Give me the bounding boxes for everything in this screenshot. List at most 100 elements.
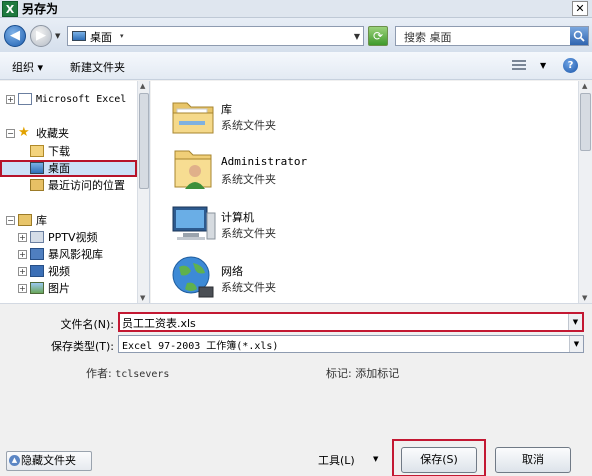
filetype-value: Excel 97-2003 工作簿(*.xls) <box>122 341 279 352</box>
tags-value[interactable]: 添加标记 <box>355 367 399 380</box>
collapse-icon[interactable]: − <box>6 216 15 225</box>
tree-label: 暴风影视库 <box>48 248 103 261</box>
tree-scrollbar[interactable]: ▲ ▼ <box>137 81 149 303</box>
library-icon <box>172 102 214 134</box>
file-name: 网络 <box>221 265 243 278</box>
filename-dropdown-icon[interactable]: ▼ <box>568 314 582 330</box>
tools-menu-button[interactable]: 工具(L) <box>318 452 355 468</box>
navigation-pane: + Microsoft Excel − ★ 收藏夹 下载 桌面 最近访问的位置 … <box>0 81 150 303</box>
tree-label: 图片 <box>48 282 70 295</box>
file-type: 系统文件夹 <box>221 173 276 186</box>
organize-button[interactable]: 组织 ▾ <box>12 59 43 75</box>
file-item-administrator[interactable]: Administrator 系统文件夹 <box>169 145 469 201</box>
tags-label: 标记: <box>326 367 352 380</box>
computer-icon <box>172 206 216 240</box>
excel-app-icon: X <box>2 1 18 17</box>
tree-item-desktop[interactable]: 桌面 <box>0 160 137 177</box>
tree-item-recent-places[interactable]: 最近访问的位置 <box>0 177 137 194</box>
tree-label: 视频 <box>48 265 70 278</box>
pictures-icon <box>30 282 44 294</box>
crumb-chevron-icon[interactable]: ▾ <box>120 32 124 40</box>
collapse-icon[interactable]: − <box>6 129 15 138</box>
window-title: 另存为 <box>22 2 59 16</box>
scroll-down-icon[interactable]: ▼ <box>582 294 587 302</box>
view-options-icon[interactable] <box>512 60 526 72</box>
recent-places-icon <box>30 179 44 191</box>
search-icon[interactable] <box>570 27 588 45</box>
library-icon <box>18 214 32 226</box>
file-item-library[interactable]: 库 系统文件夹 <box>169 91 469 147</box>
file-type: 系统文件夹 <box>221 119 276 132</box>
tree-item-microsoft-excel[interactable]: + Microsoft Excel <box>0 91 137 108</box>
tree-label: Microsoft Excel <box>36 94 127 105</box>
library-folder-icon <box>30 231 44 243</box>
close-button[interactable]: ✕ <box>572 1 588 16</box>
back-button[interactable]: ◀ <box>4 25 26 47</box>
file-type: 系统文件夹 <box>221 227 276 240</box>
file-item-computer[interactable]: 计算机 系统文件夹 <box>169 199 469 255</box>
desktop-icon <box>30 162 44 174</box>
filetype-label: 保存类型(T): <box>50 340 114 353</box>
tree-label: 最近访问的位置 <box>48 179 125 192</box>
filetype-select[interactable]: Excel 97-2003 工作簿(*.xls) ▼ <box>118 335 584 353</box>
download-folder-icon <box>30 145 44 157</box>
scroll-up-icon[interactable]: ▲ <box>140 82 145 90</box>
tree-item-videos[interactable]: + 视频 <box>0 263 137 280</box>
user-folder-icon <box>174 150 212 189</box>
tags-field: 标记: 添加标记 <box>326 365 399 381</box>
forward-button[interactable]: ▶ <box>30 25 52 47</box>
hide-folders-label: 隐藏文件夹 <box>21 454 76 467</box>
filename-value: 员工工资表.xls <box>122 317 196 330</box>
tree-label: 下载 <box>48 145 70 158</box>
tree-label: 库 <box>36 214 47 227</box>
filename-label: 文件名(N): <box>60 318 114 331</box>
tree-item-pictures[interactable]: + 图片 <box>0 280 137 297</box>
cancel-button[interactable]: 取消 <box>495 447 571 473</box>
tree-item-downloads[interactable]: 下载 <box>0 143 137 160</box>
address-crumb-desktop[interactable]: 桌面 <box>90 29 112 45</box>
save-form: 文件名(N): 员工工资表.xls ▼ 保存类型(T): Excel 97-20… <box>0 303 592 476</box>
filename-field[interactable]: 员工工资表.xls ▼ <box>118 312 584 332</box>
tree-item-pptv[interactable]: + PPTV视频 <box>0 229 137 246</box>
file-list-scrollbar[interactable]: ▲ ▼ <box>578 81 592 303</box>
scroll-thumb[interactable] <box>139 93 149 189</box>
filetype-dropdown-icon[interactable]: ▼ <box>569 336 583 352</box>
expand-icon[interactable]: + <box>18 250 27 259</box>
file-item-network[interactable]: 网络 系统文件夹 <box>169 253 469 303</box>
expand-icon[interactable]: + <box>6 95 15 104</box>
expand-icon[interactable]: + <box>18 267 27 276</box>
scroll-down-icon[interactable]: ▼ <box>140 294 145 302</box>
title-bar: X 另存为 ✕ <box>0 0 592 18</box>
refresh-icon[interactable]: ⟳ <box>368 26 388 46</box>
tools-dropdown-icon[interactable]: ▼ <box>373 455 378 463</box>
star-icon: ★ <box>18 125 30 140</box>
hide-folders-button[interactable]: ▲ 隐藏文件夹 <box>6 451 92 471</box>
author-label: 作者: <box>86 367 112 380</box>
search-input[interactable]: 搜索 桌面 <box>395 26 589 46</box>
recent-pages-chevron-down-icon[interactable]: ▼ <box>55 32 60 40</box>
address-dropdown-icon[interactable]: ▼ <box>354 32 360 41</box>
save-button[interactable]: 保存(S) <box>401 447 477 473</box>
tree-item-favorites[interactable]: − ★ 收藏夹 <box>0 125 137 142</box>
view-dropdown-icon[interactable]: ▼ <box>540 61 546 70</box>
scroll-thumb[interactable] <box>580 93 591 151</box>
file-name: 计算机 <box>221 211 254 224</box>
help-icon[interactable]: ? <box>563 58 578 73</box>
navigation-bar: ◀ ▶ ▼ 桌面 ▾ ▼ ⟳ 搜索 桌面 <box>0 18 592 52</box>
expand-icon[interactable]: + <box>18 284 27 293</box>
new-folder-button[interactable]: 新建文件夹 <box>70 59 125 75</box>
chevron-up-icon: ▲ <box>9 455 20 466</box>
file-list-pane: 库 系统文件夹 Administrator 系统文件夹 计算机 系统文件夹 网络 <box>151 81 592 303</box>
address-bar[interactable]: 桌面 ▾ ▼ <box>67 26 364 46</box>
video-library-icon <box>30 248 44 260</box>
desktop-icon <box>72 31 86 41</box>
file-name: Administrator <box>221 155 308 168</box>
tree-item-storm-library[interactable]: + 暴风影视库 <box>0 246 137 263</box>
author-field: 作者: tclsevers <box>86 365 169 381</box>
expand-icon[interactable]: + <box>18 233 27 242</box>
scroll-up-icon[interactable]: ▲ <box>582 82 587 90</box>
author-value[interactable]: tclsevers <box>115 369 169 380</box>
file-name: 库 <box>221 103 232 116</box>
tree-item-libraries[interactable]: − 库 <box>0 212 137 229</box>
network-icon <box>172 256 214 298</box>
